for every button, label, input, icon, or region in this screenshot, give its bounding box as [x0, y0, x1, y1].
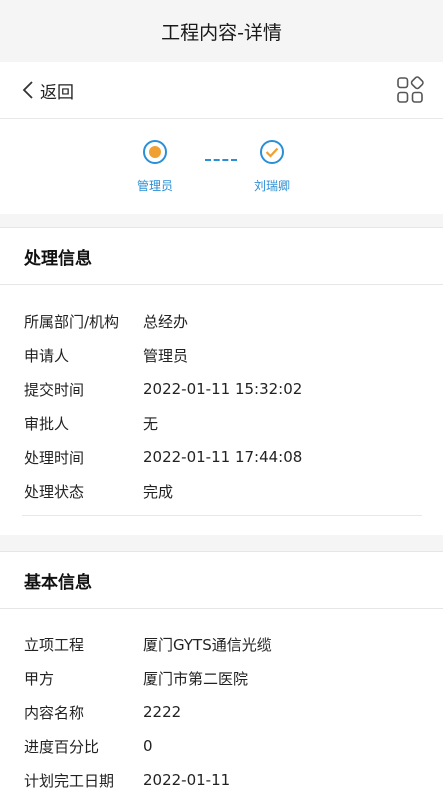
info-row: 处理状态 完成 [24, 474, 173, 508]
flow-node-label: 管理员 [137, 179, 174, 193]
processing-info: 所属部门/机构 总经办 申请人 管理员 提交时间 2022-01-11 15:3… [0, 285, 443, 535]
info-row: 立项工程 厦门GYTS通信光缆 [24, 627, 272, 661]
info-key: 立项工程 [24, 635, 85, 654]
info-key: 审批人 [24, 414, 70, 433]
back-button[interactable]: 返回 [22, 62, 74, 118]
flow-connector [205, 159, 237, 161]
divider [22, 515, 422, 516]
info-key: 处理时间 [24, 448, 85, 467]
flow-node-label: 刘瑞卿 [254, 179, 291, 193]
section-header-basic: 基本信息 [0, 551, 443, 609]
check-circle-icon [259, 140, 285, 169]
info-row: 审批人 无 [24, 406, 158, 440]
basic-info: 立项工程 厦门GYTS通信光缆 甲方 厦门市第二医院 内容名称 2222 进度百… [0, 609, 443, 793]
info-value: 管理员 [143, 346, 189, 365]
section-gap [0, 214, 443, 227]
info-row: 所属部门/机构 总经办 [24, 304, 188, 338]
info-key: 所属部门/机构 [24, 312, 120, 331]
section-header-processing: 处理信息 [0, 227, 443, 285]
info-key: 申请人 [24, 346, 70, 365]
info-value: 厦门GYTS通信光缆 [143, 635, 272, 654]
info-key: 进度百分比 [24, 737, 100, 756]
flow-node-approver: 刘瑞卿 [254, 139, 290, 194]
current-step-icon [142, 140, 168, 169]
flow-node-applicant: 管理员 [137, 139, 173, 194]
nav-bar: 返回 [0, 62, 443, 119]
info-value: 0 [143, 737, 153, 755]
info-row: 甲方 厦门市第二医院 [24, 661, 248, 695]
info-value: 厦门市第二医院 [143, 669, 249, 688]
info-value: 2022-01-11 17:44:08 [143, 448, 303, 466]
chevron-left-icon [22, 80, 34, 100]
info-row: 处理时间 2022-01-11 17:44:08 [24, 440, 302, 474]
back-label: 返回 [40, 82, 74, 103]
info-row: 提交时间 2022-01-11 15:32:02 [24, 372, 302, 406]
info-key: 内容名称 [24, 703, 85, 722]
info-key: 甲方 [24, 669, 55, 688]
info-key: 计划完工日期 [24, 771, 115, 790]
page-title: 工程内容-详情 [0, 0, 443, 62]
grid-menu-icon[interactable] [395, 75, 425, 105]
info-value: 2022-01-11 15:32:02 [143, 380, 303, 398]
info-row: 计划完工日期 2022-01-11 [24, 763, 230, 797]
info-value: 2222 [143, 703, 182, 721]
section-gap [0, 535, 443, 551]
info-value: 2022-01-11 [143, 771, 231, 789]
approval-flow: 管理员 刘瑞卿 [0, 119, 443, 214]
info-key: 处理状态 [24, 482, 85, 501]
info-value: 无 [143, 414, 159, 433]
info-row: 内容名称 2222 [24, 695, 181, 729]
info-value: 完成 [143, 482, 174, 501]
info-key: 提交时间 [24, 380, 85, 399]
info-row: 申请人 管理员 [24, 338, 188, 372]
info-row: 进度百分比 0 [24, 729, 153, 763]
info-value: 总经办 [143, 312, 189, 331]
